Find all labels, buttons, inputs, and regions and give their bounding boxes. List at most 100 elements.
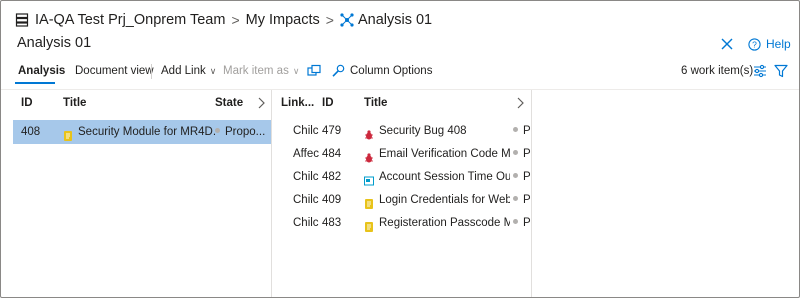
list-item[interactable]: Chilc 482 Account Session Time Out Pr: [272, 165, 531, 189]
active-tab-indicator: [15, 82, 55, 84]
row-state-text: Pr: [523, 194, 531, 206]
toolbar-divider: [151, 64, 152, 79]
add-link-label: Add Link: [161, 65, 206, 77]
left-columns-scroll-button[interactable]: [256, 96, 266, 110]
state-dot-icon: [513, 196, 518, 202]
link-view-icon: [307, 64, 321, 76]
left-col-header-state[interactable]: State: [215, 97, 243, 109]
breadcrumb-separator: >: [231, 12, 240, 28]
chevron-down-icon: ∨: [292, 66, 300, 76]
analysis-window: IA-QA Test Prj_Onprem Team > My Impacts …: [0, 0, 800, 298]
left-table-row[interactable]: 408 Security Module for MR4D... Propo...: [13, 120, 271, 144]
cell-title: Registeration Passcode Mo...: [364, 211, 510, 235]
cell-id: 408: [21, 126, 41, 138]
add-link-button[interactable]: Add Link ∨: [161, 61, 216, 81]
bug-icon: [364, 125, 374, 140]
sliders-icon: [754, 64, 766, 78]
row-title-text: Security Bug 408: [379, 125, 467, 137]
tab-analysis[interactable]: Analysis: [18, 61, 65, 81]
cell-state: Pr: [513, 188, 531, 212]
chevron-right-icon: [517, 97, 524, 109]
row-state-text: Pr: [523, 171, 531, 183]
requirement-icon: [63, 126, 73, 141]
cell-title: Email Verification Code Mo...: [364, 142, 510, 166]
cell-link-type: Chilc: [293, 171, 319, 183]
help-icon: ?: [748, 37, 761, 51]
project-server-icon: [15, 13, 29, 27]
state-dot-icon: [513, 127, 518, 133]
left-col-header-title[interactable]: Title: [63, 97, 86, 109]
settings-sliders-button[interactable]: [752, 63, 768, 79]
chevron-down-icon: ∨: [209, 66, 217, 76]
breadcrumb: IA-QA Test Prj_Onprem Team > My Impacts …: [15, 10, 432, 30]
row-title-text: Email Verification Code Mo...: [379, 148, 510, 160]
cell-link-type: Chilc: [293, 125, 319, 137]
close-button[interactable]: [719, 36, 735, 52]
cell-state: Pr: [513, 142, 531, 166]
row-title-text: Account Session Time Out: [379, 171, 510, 183]
link-view-button[interactable]: [306, 63, 322, 79]
requirement-icon: [364, 217, 374, 232]
mid-columns-scroll-button[interactable]: [515, 96, 525, 110]
row-state-text: Pr: [523, 125, 531, 137]
cell-state: Pr: [513, 165, 531, 189]
cell-state: Pr: [513, 211, 531, 235]
help-button[interactable]: ? Help: [748, 36, 791, 52]
analysis-graph-icon: [340, 13, 354, 27]
cell-title: Account Session Time Out: [364, 165, 510, 189]
cell-id: 479: [322, 125, 342, 137]
filter-icon: [774, 64, 788, 78]
filter-button[interactable]: [773, 63, 789, 79]
chevron-right-icon: [258, 97, 265, 109]
requirement-icon: [364, 194, 374, 209]
state-dot-icon: [215, 128, 220, 134]
mid-col-header-title[interactable]: Title: [364, 97, 387, 109]
cell-title: Login Credentials for Website: [364, 188, 510, 212]
list-item[interactable]: Chilc 483 Registeration Passcode Mo... P…: [272, 211, 531, 235]
list-item[interactable]: Chilc 409 Login Credentials for Website …: [272, 188, 531, 212]
column-options-button[interactable]: Column Options: [331, 61, 432, 81]
cell-id: 482: [322, 171, 342, 183]
row-title-text: Registeration Passcode Mo...: [379, 217, 510, 229]
state-dot-icon: [513, 150, 518, 156]
cell-state: Propo...: [215, 120, 271, 144]
cell-title: Security Bug 408: [364, 119, 510, 143]
cell-state: Pr: [513, 119, 531, 143]
page-title: Analysis 01: [17, 35, 92, 51]
row-state-text: Pr: [523, 217, 531, 229]
state-dot-icon: [513, 173, 518, 179]
row-state-text: Pr: [523, 148, 531, 160]
mid-col-header-id[interactable]: ID: [322, 97, 334, 109]
cell-link-type: Chilc: [293, 217, 319, 229]
breadcrumb-current: Analysis 01: [357, 12, 433, 28]
mark-item-as-button[interactable]: Mark item as ∨: [223, 61, 299, 81]
breadcrumb-project-link[interactable]: IA-QA Test Prj_Onprem Team: [35, 12, 225, 28]
mark-item-as-label: Mark item as: [223, 65, 289, 77]
state-dot-icon: [513, 219, 518, 225]
row-title-text: Security Module for MR4D...: [78, 126, 215, 138]
left-col-header-id[interactable]: ID: [21, 97, 33, 109]
wrench-icon: [332, 64, 345, 77]
breadcrumb-impacts-link[interactable]: My Impacts: [246, 12, 320, 28]
cell-id: 409: [322, 194, 342, 206]
bug-icon: [364, 148, 374, 163]
cell-link-type: Chilc: [293, 194, 319, 206]
mid-col-header-link[interactable]: Link...: [281, 97, 314, 109]
list-item[interactable]: Affec 484 Email Verification Code Mo... …: [272, 142, 531, 166]
work-item-count: 6 work item(s): [681, 65, 754, 77]
cell-id: 483: [322, 217, 342, 229]
tab-document-view[interactable]: Document view: [75, 61, 154, 81]
toolbar: Analysis Document view Add Link ∨ Mark i…: [1, 61, 799, 84]
help-label: Help: [766, 37, 791, 51]
row-state-text: Propo...: [225, 126, 266, 138]
details-pane: [532, 90, 799, 297]
cell-id: 484: [322, 148, 342, 160]
cell-title: Security Module for MR4D...: [63, 120, 215, 144]
list-item[interactable]: Chilc 479 Security Bug 408 Pr: [272, 119, 531, 143]
close-icon: [721, 38, 733, 50]
row-title-text: Login Credentials for Website: [379, 194, 510, 206]
svg-text:?: ?: [752, 39, 757, 49]
cell-link-type: Affec: [293, 148, 319, 160]
feature-icon: [364, 171, 374, 186]
breadcrumb-separator: >: [325, 12, 334, 28]
